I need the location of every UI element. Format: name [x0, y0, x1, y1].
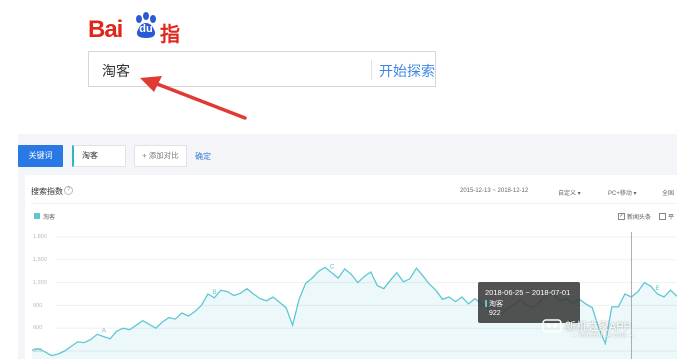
- annotation-marker[interactable]: B: [212, 289, 216, 296]
- watermark-logo-icon: [542, 319, 562, 333]
- tooltip-series-name: 淘客: [489, 301, 503, 308]
- annotation-marker[interactable]: C: [330, 264, 335, 271]
- annotation-marker[interactable]: E: [655, 285, 660, 292]
- annotation-marker[interactable]: A: [102, 328, 107, 335]
- watermark-subtext: — XINJIZHIJIA.COM —: [571, 333, 634, 339]
- chart-tooltip: 2018-06-25 ~ 2018-07-01 淘客 922: [478, 282, 580, 323]
- series-area: [32, 267, 677, 359]
- tooltip-series-marker: [485, 300, 487, 307]
- tooltip-value: 922: [489, 310, 501, 317]
- tooltip-date: 2018-06-25 ~ 2018-07-01: [485, 288, 571, 297]
- watermark-text: 新机之家APP: [565, 321, 632, 333]
